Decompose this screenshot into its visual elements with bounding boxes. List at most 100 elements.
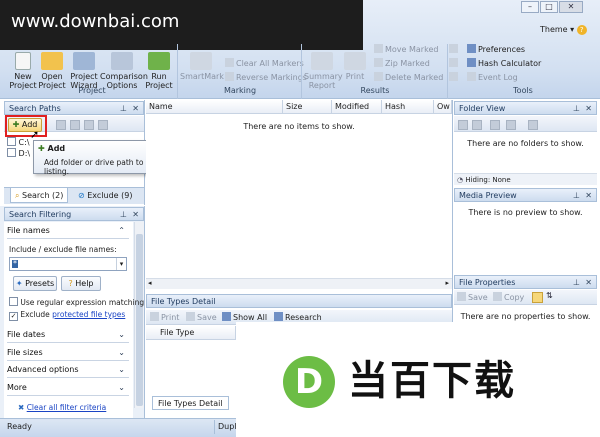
close-pane-icon[interactable]: ✕	[585, 102, 592, 116]
scroll-left-icon[interactable]: ◂	[148, 279, 152, 287]
dropdown-arrow-icon[interactable]: ▾	[116, 258, 126, 270]
column-file-type[interactable]: File Type	[146, 326, 236, 340]
folder-icon[interactable]	[458, 120, 468, 130]
move-marked-button[interactable]: Move Marked	[374, 43, 438, 57]
section-advanced-options[interactable]: Advanced options ⌄	[7, 362, 129, 378]
exclude-icon: ⊘	[78, 191, 85, 200]
help-button[interactable]: ? Help	[61, 276, 101, 291]
up-folder-icon[interactable]	[490, 120, 500, 130]
clear-all-markers-button[interactable]: Clear All Markers	[225, 57, 304, 71]
chevron-up-icon: ⌃	[118, 226, 125, 235]
properties-view-icon[interactable]	[532, 292, 543, 303]
maximize-button[interactable]: □	[540, 1, 558, 13]
ft-save-button[interactable]: Save	[186, 311, 217, 325]
path-checkbox[interactable]	[7, 137, 16, 146]
theme-label: Theme	[540, 25, 568, 34]
close-pane-icon[interactable]: ✕	[132, 208, 139, 222]
presets-button[interactable]: ✦ Presets	[13, 276, 57, 291]
delete-marked-button[interactable]: Delete Marked	[374, 71, 443, 85]
smartmark-button[interactable]: SmartMark	[180, 52, 224, 81]
scroll-thumb[interactable]	[136, 234, 143, 406]
exclude-option[interactable]: ✓ Exclude protected file types	[9, 310, 125, 321]
close-pane-icon[interactable]: ✕	[585, 276, 592, 290]
reverse-markings-button[interactable]: Reverse Markings	[225, 71, 307, 85]
section-file-names[interactable]: File names ⌃	[7, 223, 129, 239]
scroll-right-icon[interactable]: ▸	[445, 279, 449, 287]
tool-icon-c[interactable]	[449, 71, 460, 85]
filter-icon[interactable]	[506, 120, 516, 130]
project-wizard-button[interactable]: Project Wizard	[69, 52, 99, 90]
edit-path-icon[interactable]	[56, 120, 66, 130]
help-icon: ?	[68, 279, 73, 288]
hash-calculator-button[interactable]: Hash Calculator	[467, 57, 541, 71]
log-icon	[467, 72, 476, 81]
report-icon	[311, 52, 333, 70]
path-checkbox[interactable]	[7, 148, 16, 157]
file-name-input[interactable]: * ▾	[9, 257, 127, 271]
pin-icon[interactable]: ⊥	[120, 208, 127, 222]
close-button[interactable]: ✕	[559, 1, 583, 13]
watermark-banner: www.downbai.com	[0, 0, 363, 50]
fp-save-button[interactable]: Save	[457, 291, 488, 305]
comparison-options-button[interactable]: Comparison Options	[100, 52, 148, 90]
run-project-button[interactable]: Run Project	[145, 52, 173, 90]
summary-report-button[interactable]: Summary Report	[304, 52, 343, 90]
folder-open-icon	[41, 52, 63, 70]
column-hash[interactable]: Hash	[382, 100, 434, 114]
sort-icon[interactable]: ⇅	[546, 291, 553, 300]
clear-filter-link[interactable]: Clear all filter criteria	[27, 403, 107, 412]
event-log-button[interactable]: Event Log	[467, 71, 518, 85]
clear-filter-row[interactable]: ✖ Clear all filter criteria	[18, 403, 106, 412]
move-down-icon[interactable]	[98, 120, 108, 130]
tool-icon-b[interactable]	[449, 57, 460, 71]
tab-exclude[interactable]: ⊘ Exclude (9)	[74, 188, 136, 203]
theme-menu[interactable]: Theme ▾ ?	[540, 25, 587, 35]
pin-icon[interactable]: ⊥	[573, 189, 580, 203]
search-icon: ⌕	[15, 191, 20, 200]
path-row[interactable]: C:\	[7, 137, 30, 147]
search-filtering-header: Search Filtering ⊥ ✕	[4, 207, 144, 221]
close-pane-icon[interactable]: ✕	[132, 102, 139, 116]
pin-icon[interactable]: ⊥	[573, 276, 580, 290]
column-modified[interactable]: Modified	[332, 100, 382, 114]
move-up-icon[interactable]	[84, 120, 94, 130]
open-project-button[interactable]: Open Project	[38, 52, 66, 90]
ribbon-separator	[447, 44, 448, 99]
tool-icon-a[interactable]	[449, 43, 460, 57]
path-row[interactable]: D:\	[7, 148, 30, 158]
status-ready: Ready	[7, 422, 32, 431]
column-name[interactable]: Name	[146, 100, 283, 114]
regex-option[interactable]: Use regular expression matching	[9, 297, 144, 307]
presets-icon: ✦	[15, 279, 23, 288]
results-hscroll[interactable]: ◂ ▸	[146, 278, 452, 289]
remove-path-icon[interactable]	[70, 120, 80, 130]
new-project-button[interactable]: New Project	[8, 52, 38, 90]
view-options-icon[interactable]	[528, 120, 538, 130]
filter-scrollbar[interactable]	[134, 222, 144, 408]
section-more[interactable]: More ⌄	[7, 380, 129, 396]
preferences-button[interactable]: Preferences	[467, 43, 525, 57]
tab-file-types-detail[interactable]: File Types Detail	[152, 396, 229, 410]
column-size[interactable]: Size	[283, 100, 332, 114]
column-owner[interactable]: Ow	[434, 100, 452, 114]
section-file-dates[interactable]: File dates ⌄	[7, 327, 129, 343]
help-icon[interactable]: ?	[576, 25, 587, 35]
close-pane-icon[interactable]: ✕	[585, 189, 592, 203]
fp-copy-button[interactable]: Copy	[493, 291, 524, 305]
regex-checkbox[interactable]	[9, 297, 18, 306]
tab-search[interactable]: ⌕ Search (2)	[10, 188, 69, 203]
folder-refresh-icon[interactable]	[472, 120, 482, 130]
pin-icon[interactable]: ⊥	[120, 102, 127, 116]
zip-marked-button[interactable]: Zip Marked	[374, 57, 430, 71]
exclude-checkbox[interactable]: ✓	[9, 312, 18, 321]
section-file-sizes[interactable]: File sizes ⌄	[7, 345, 129, 361]
ribbon-separator	[301, 44, 302, 99]
group-label-results: Results	[360, 86, 390, 95]
protected-types-link[interactable]: protected file types	[52, 310, 125, 319]
ft-print-button[interactable]: Print	[150, 311, 179, 325]
delete-icon	[374, 72, 383, 81]
chevron-down-icon: ⌄	[118, 330, 125, 339]
minimize-button[interactable]: –	[521, 1, 539, 13]
pin-icon[interactable]: ⊥	[573, 102, 580, 116]
print-button[interactable]: Print	[342, 52, 368, 81]
